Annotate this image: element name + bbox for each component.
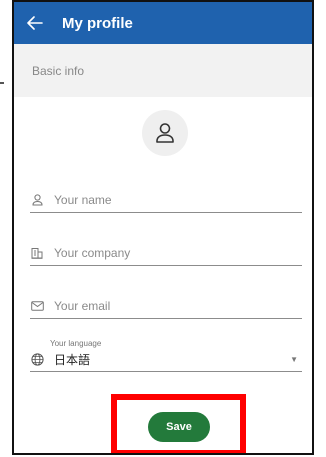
page-title: My profile: [62, 14, 133, 32]
avatar[interactable]: [142, 110, 188, 156]
name-field: [30, 188, 302, 213]
section-header: Basic info: [14, 44, 312, 97]
email-input[interactable]: [54, 299, 274, 313]
arrow-left-icon: [27, 16, 43, 30]
language-value: 日本語: [54, 352, 91, 367]
user-icon: [30, 193, 44, 207]
language-select[interactable]: 日本語 ▼: [30, 347, 302, 372]
save-button[interactable]: Save: [148, 412, 210, 442]
company-input[interactable]: [54, 246, 274, 260]
email-field: [30, 294, 302, 319]
back-button[interactable]: [18, 2, 52, 44]
user-icon: [156, 123, 174, 143]
phone-frame: My profile Basic info Your name Your com…: [12, 0, 314, 455]
edge-mark: [0, 82, 4, 84]
section-title: Basic info: [32, 63, 85, 78]
company-field: [30, 241, 302, 266]
caret-down-icon: ▼: [290, 354, 298, 364]
name-input[interactable]: [54, 193, 274, 207]
globe-icon: [30, 352, 44, 366]
app-bar: My profile: [14, 2, 312, 44]
building-icon: [30, 246, 44, 260]
mail-icon: [30, 299, 44, 313]
